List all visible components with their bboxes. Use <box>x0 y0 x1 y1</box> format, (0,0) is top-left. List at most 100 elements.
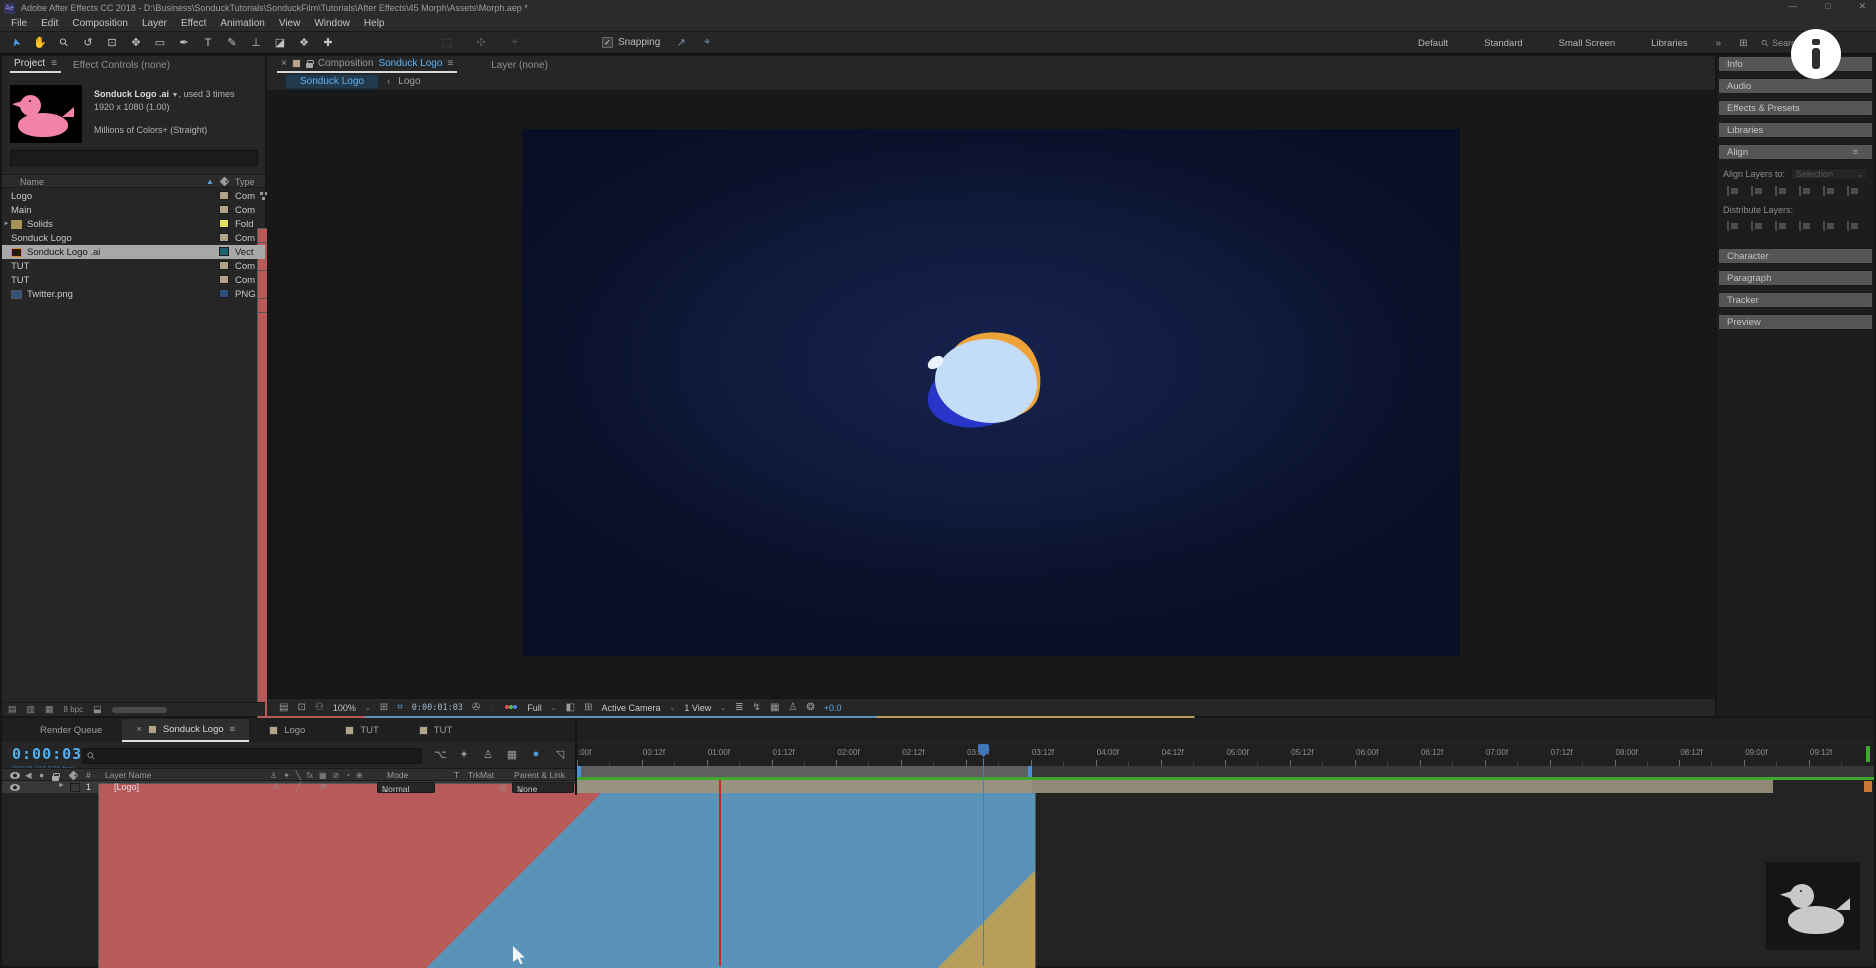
column-layer-name[interactable]: Layer Name <box>105 770 151 780</box>
menu-item[interactable]: Layer <box>135 18 174 29</box>
timeline-tab[interactable]: Logo <box>249 719 325 742</box>
menu-item[interactable]: File <box>4 18 34 29</box>
bit-depth-label[interactable]: 8 bpc <box>64 705 84 714</box>
blend-mode-dropdown[interactable]: Normal ⌄ <box>377 782 435 793</box>
project-item-row[interactable]: Sonduck Logo .ai Vect <box>2 245 265 259</box>
align-left-button[interactable] <box>1725 185 1740 197</box>
align-right-button[interactable] <box>1773 185 1788 197</box>
snapping-checkbox[interactable]: ✓ <box>602 37 613 48</box>
take-snapshot-icon[interactable]: ✇ <box>472 702 480 713</box>
horizontal-scrollbar[interactable] <box>112 707 167 713</box>
expand-chevron-icon[interactable]: ► <box>2 221 11 227</box>
menu-item[interactable]: Animation <box>213 18 271 29</box>
workspace-button[interactable]: Default <box>1400 38 1466 49</box>
item-name[interactable]: Twitter.png <box>27 289 265 300</box>
label-color-swatch[interactable] <box>219 261 229 270</box>
workspace-button[interactable]: Standard <box>1466 38 1541 49</box>
align-v-center-button[interactable] <box>1821 185 1836 197</box>
rotation-tool[interactable]: ↺ <box>76 36 100 49</box>
item-name[interactable]: Sonduck Logo .ai <box>27 247 265 258</box>
distribute-v-center-button[interactable] <box>1749 220 1764 232</box>
layer-quality-icon[interactable]: ╱ <box>296 782 301 791</box>
tab-project[interactable]: Project ≡ <box>10 56 61 73</box>
composition-view[interactable] <box>522 129 1460 656</box>
column-trkmat[interactable]: TrkMat <box>468 770 494 780</box>
column-type[interactable]: Type <box>235 177 255 187</box>
project-item-row[interactable]: Twitter.png PNG <box>2 287 265 301</box>
layer-effects-icon[interactable]: ⊘ <box>320 782 327 791</box>
column-mode[interactable]: Mode <box>387 770 408 780</box>
workspace-overflow-chevron[interactable]: » <box>1706 38 1732 49</box>
distribute-left-button[interactable] <box>1797 220 1812 232</box>
project-search-input[interactable] <box>10 150 258 166</box>
safe-margins-icon[interactable]: ⌗ <box>397 702 403 713</box>
distribute-h-center-button[interactable] <box>1821 220 1836 232</box>
timeline-tab[interactable]: × Sonduck Logo ≡ <box>122 719 249 742</box>
panel-header-bar[interactable]: Character <box>1718 248 1873 264</box>
playhead-line[interactable] <box>983 758 984 966</box>
tab-layer[interactable]: Layer (none) <box>487 58 552 73</box>
shape-tool[interactable]: ▭ <box>148 36 172 49</box>
puppet-pin-tool[interactable]: ✚ <box>316 36 340 49</box>
vr-view-icon[interactable]: ⚇ <box>315 702 324 713</box>
view-layout-value[interactable]: 1 View <box>684 703 711 713</box>
breadcrumb-parent[interactable]: Logo <box>398 76 420 87</box>
exposure-gear-icon[interactable]: ❂ <box>806 702 814 713</box>
brush-tool[interactable]: ✎ <box>220 36 244 49</box>
close-button[interactable]: ✕ <box>1858 1 1866 12</box>
snap-edges-icon[interactable]: ↗ <box>668 36 694 49</box>
pixel-aspect-icon[interactable]: ≣ <box>735 702 743 713</box>
column-parent-link[interactable]: Parent & Link <box>514 770 565 780</box>
label-tag-icon[interactable] <box>220 177 230 187</box>
interpret-footage-icon[interactable]: ▤ <box>8 704 17 715</box>
menu-item[interactable]: Edit <box>34 18 65 29</box>
resolution-caret[interactable]: ⌄ <box>551 704 557 712</box>
timeline-button-icon[interactable]: ▦ <box>770 702 779 713</box>
camera-tool[interactable]: ⊡ <box>100 36 124 49</box>
panel-menu-icon[interactable]: ≡ <box>1852 147 1858 158</box>
panel-header-bar[interactable]: Libraries <box>1718 122 1873 138</box>
layer-visibility-eye-icon[interactable] <box>10 784 20 791</box>
workspace-button[interactable]: Libraries <box>1633 38 1705 49</box>
maximize-button[interactable]: □ <box>1825 1 1830 12</box>
selection-tool[interactable]: ➤ <box>7 29 26 56</box>
minimize-button[interactable]: — <box>1788 1 1797 12</box>
timeline-tab[interactable]: TUT <box>325 719 398 742</box>
label-color-swatch[interactable] <box>219 275 229 284</box>
trash-icon[interactable]: ⬓ <box>93 704 102 715</box>
layer-row[interactable]: ► 1 [Logo] ♙ ╱ ⊘ Normal ⌄ ◎ None ⌄ <box>2 781 575 794</box>
project-item-row[interactable]: TUT Com <box>2 259 265 273</box>
roi-toggle-icon[interactable]: ◧ <box>566 702 575 713</box>
layer-expand-chevron-icon[interactable]: ► <box>58 782 65 789</box>
project-item-row[interactable]: ► Solids Fold <box>2 217 265 231</box>
panel-header-bar[interactable]: Effects & Presets <box>1718 100 1873 116</box>
clone-stamp-tool[interactable]: ⊥ <box>244 36 268 49</box>
panel-header-bar[interactable]: Preview <box>1718 314 1873 330</box>
display-icon[interactable]: ⊡ <box>297 702 305 713</box>
project-item-row[interactable]: Sonduck Logo Com <box>2 231 265 245</box>
new-composition-icon[interactable]: ▦ <box>45 704 54 715</box>
project-item-row[interactable]: TUT Com <box>2 273 265 287</box>
hand-tool[interactable]: ✋ <box>28 36 52 49</box>
show-snapshot-icon[interactable]: ◌ <box>489 702 495 713</box>
label-color-swatch[interactable] <box>219 191 229 200</box>
distribute-top-button[interactable] <box>1725 220 1740 232</box>
sort-ascending-icon[interactable]: ▲ <box>206 177 214 186</box>
tab-close-icon[interactable]: × <box>136 724 142 735</box>
layer-color-swatch[interactable] <box>70 783 80 792</box>
label-color-swatch[interactable] <box>219 289 229 298</box>
new-folder-icon[interactable]: ▥ <box>27 704 36 715</box>
panel-header-align[interactable]: Align ≡ <box>1718 144 1873 160</box>
panel-menu-icon[interactable]: ≡ <box>230 724 236 735</box>
menu-item[interactable]: Window <box>307 18 357 29</box>
camera-view-caret[interactable]: ⌄ <box>670 704 676 712</box>
comp-mini-flowchart-icon[interactable]: ⌥ <box>434 748 446 761</box>
show-channels-icon[interactable] <box>504 703 518 712</box>
time-ruler[interactable]: :00f00:12f01:00f01:12f02:00f02:12f03:00f… <box>577 744 1874 766</box>
snap-features-icon[interactable]: ⌖ <box>694 36 720 49</box>
pen-tool[interactable]: ✒ <box>172 36 196 49</box>
transparency-grid-icon[interactable]: ⊞ <box>584 702 592 713</box>
type-tool[interactable]: T <box>196 37 220 49</box>
panel-header-bar[interactable]: Audio <box>1718 78 1873 94</box>
comp-marker[interactable] <box>1864 781 1872 792</box>
